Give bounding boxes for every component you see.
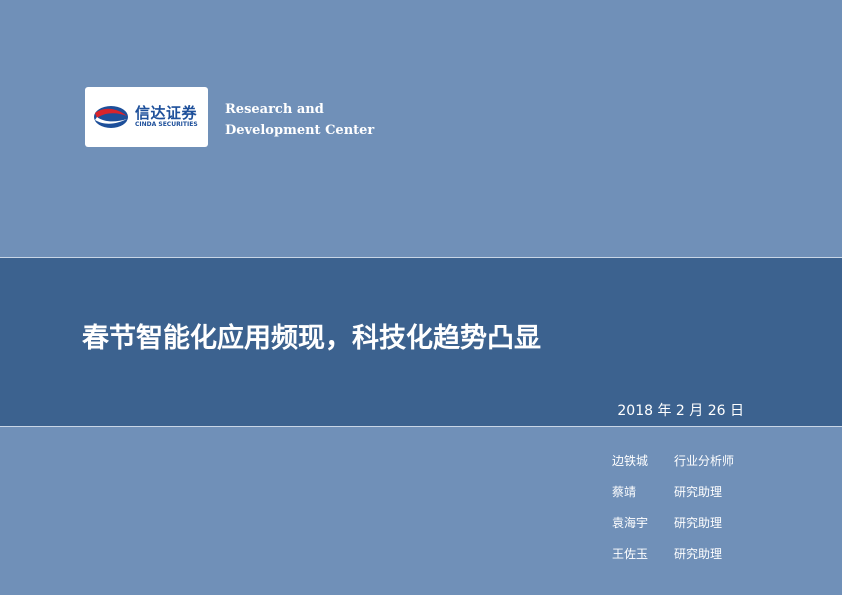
author-name: 王佐玉 bbox=[612, 547, 649, 561]
org-name-line1: Research and bbox=[225, 102, 324, 117]
report-title: 春节智能化应用频现，科技化趋势凸显 bbox=[82, 323, 541, 354]
cinda-logo-icon bbox=[94, 106, 128, 128]
title-band: 春节智能化应用频现，科技化趋势凸显 2018 年 2 月 26 日 bbox=[0, 257, 842, 427]
report-date: 2018 年 2 月 26 日 bbox=[617, 403, 744, 419]
author-name: 边铁城 bbox=[612, 454, 649, 468]
org-name: Research and Development Center bbox=[225, 99, 374, 141]
author-row: 蔡靖 研究助理 bbox=[612, 483, 734, 514]
author-name: 袁海宇 bbox=[612, 516, 649, 530]
author-name: 蔡靖 bbox=[612, 485, 637, 499]
author-role: 行业分析师 bbox=[674, 454, 735, 468]
author-role: 研究助理 bbox=[674, 516, 723, 530]
logo-name-en: CINDA SECURITIES bbox=[135, 121, 198, 128]
logo: 信达证券 CINDA SECURITIES bbox=[85, 87, 208, 147]
author-row: 袁海宇 研究助理 bbox=[612, 514, 734, 545]
author-row: 边铁城 行业分析师 bbox=[612, 452, 734, 483]
logo-name-cn: 信达证券 bbox=[135, 104, 198, 122]
author-role: 研究助理 bbox=[674, 547, 723, 561]
author-row: 王佐玉 研究助理 bbox=[612, 545, 734, 576]
author-list: 边铁城 行业分析师 蔡靖 研究助理 袁海宇 研究助理 王佐玉 研究助理 bbox=[612, 452, 734, 576]
org-name-line2: Development Center bbox=[225, 123, 375, 138]
author-role: 研究助理 bbox=[674, 485, 723, 499]
